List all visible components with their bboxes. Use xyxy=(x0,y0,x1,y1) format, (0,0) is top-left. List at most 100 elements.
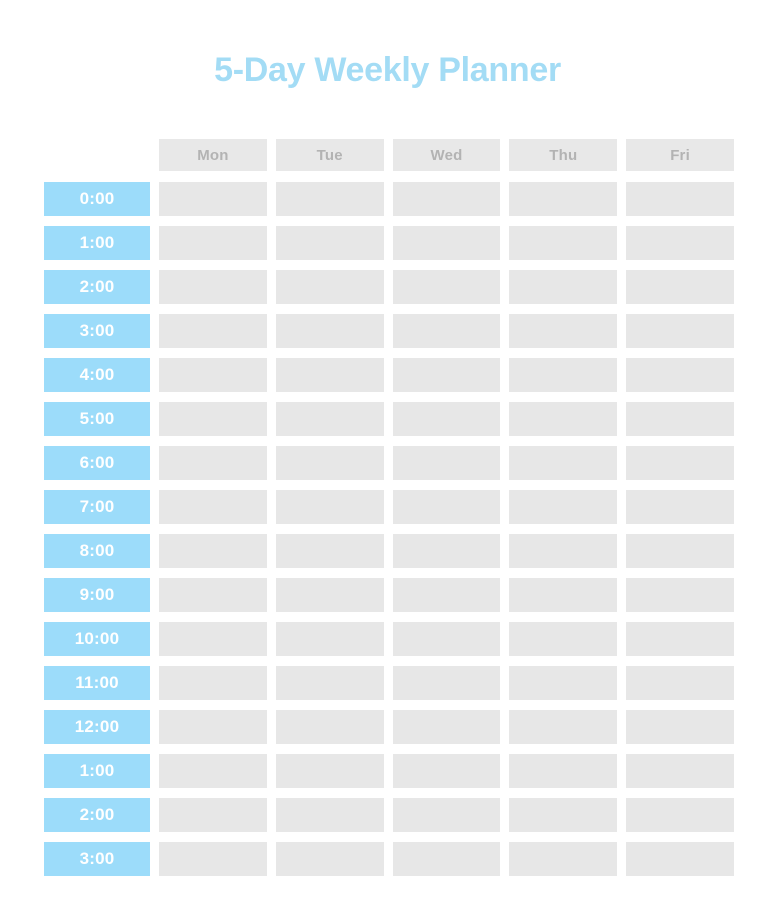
slot-cell-thu[interactable] xyxy=(509,358,618,392)
slot-cell-tue[interactable] xyxy=(275,578,384,612)
slot-cell-mon[interactable] xyxy=(159,578,267,612)
slot-cell-thu[interactable] xyxy=(509,534,618,568)
time-row: 8:00 xyxy=(44,534,734,568)
slot-cell-tue[interactable] xyxy=(275,622,384,656)
slot-cell-thu[interactable] xyxy=(509,754,618,788)
slot-cell-fri[interactable] xyxy=(626,666,734,700)
slot-cell-wed[interactable] xyxy=(392,358,501,392)
time-label: 1:00 xyxy=(44,226,150,260)
slot-cell-mon[interactable] xyxy=(159,270,267,304)
slot-cell-thu[interactable] xyxy=(509,270,618,304)
slot-cell-mon[interactable] xyxy=(159,622,267,656)
slot-cell-thu[interactable] xyxy=(509,842,618,876)
slot-cell-fri[interactable] xyxy=(626,578,734,612)
slot-cell-mon[interactable] xyxy=(159,842,267,876)
slot-cell-tue[interactable] xyxy=(275,182,384,216)
page-title: 5-Day Weekly Planner xyxy=(214,51,561,89)
slot-cell-mon[interactable] xyxy=(159,710,267,744)
slot-cell-wed[interactable] xyxy=(392,182,501,216)
slot-cell-fri[interactable] xyxy=(626,842,734,876)
slot-cell-mon[interactable] xyxy=(159,402,267,436)
slot-cell-mon[interactable] xyxy=(159,754,267,788)
slot-cell-wed[interactable] xyxy=(392,226,501,260)
time-label: 3:00 xyxy=(44,314,150,348)
time-label: 2:00 xyxy=(44,798,150,832)
slot-cell-wed[interactable] xyxy=(392,622,501,656)
slot-cell-tue[interactable] xyxy=(275,534,384,568)
slot-cell-tue[interactable] xyxy=(275,226,384,260)
time-label: 0:00 xyxy=(44,182,150,216)
slot-cell-tue[interactable] xyxy=(275,402,384,436)
planner-grid: Mon Tue Wed Thu Fri 0:00 1:00 2:00 3:00 4:00 5:00… xyxy=(44,139,734,876)
slot-cell-wed[interactable] xyxy=(392,710,501,744)
slot-cell-tue[interactable] xyxy=(275,270,384,304)
slot-cell-mon[interactable] xyxy=(159,534,267,568)
day-header-thu: Thu xyxy=(509,139,618,171)
slot-cell-mon[interactable] xyxy=(159,182,267,216)
slot-cell-fri[interactable] xyxy=(626,270,734,304)
slot-cell-fri[interactable] xyxy=(626,402,734,436)
slot-cell-tue[interactable] xyxy=(275,314,384,348)
slot-cell-wed[interactable] xyxy=(392,578,501,612)
slot-cell-mon[interactable] xyxy=(159,798,267,832)
time-label: 9:00 xyxy=(44,578,150,612)
slot-cell-fri[interactable] xyxy=(626,182,734,216)
time-label: 6:00 xyxy=(44,446,150,480)
slot-cell-fri[interactable] xyxy=(626,314,734,348)
time-label: 12:00 xyxy=(44,710,150,744)
time-row: 1:00 xyxy=(44,754,734,788)
slot-cell-tue[interactable] xyxy=(275,666,384,700)
slot-cell-thu[interactable] xyxy=(509,182,618,216)
slot-cell-fri[interactable] xyxy=(626,710,734,744)
slot-cell-thu[interactable] xyxy=(509,710,618,744)
slot-cell-fri[interactable] xyxy=(626,446,734,480)
slot-cell-fri[interactable] xyxy=(626,490,734,524)
slot-cell-thu[interactable] xyxy=(509,226,618,260)
slot-cell-wed[interactable] xyxy=(392,446,501,480)
slot-cell-tue[interactable] xyxy=(275,710,384,744)
slot-cell-mon[interactable] xyxy=(159,666,267,700)
slot-cell-thu[interactable] xyxy=(509,666,618,700)
slot-cell-fri[interactable] xyxy=(626,226,734,260)
slot-cell-mon[interactable] xyxy=(159,358,267,392)
slot-cell-fri[interactable] xyxy=(626,798,734,832)
slot-cell-wed[interactable] xyxy=(392,490,501,524)
time-label: 3:00 xyxy=(44,842,150,876)
slot-cell-fri[interactable] xyxy=(626,754,734,788)
slot-cell-thu[interactable] xyxy=(509,578,618,612)
slot-cell-wed[interactable] xyxy=(392,270,501,304)
slot-cell-mon[interactable] xyxy=(159,314,267,348)
slot-cell-tue[interactable] xyxy=(275,358,384,392)
slot-cell-fri[interactable] xyxy=(626,534,734,568)
slot-cell-wed[interactable] xyxy=(392,842,501,876)
slot-cell-wed[interactable] xyxy=(392,754,501,788)
slot-cell-wed[interactable] xyxy=(392,402,501,436)
slot-cell-wed[interactable] xyxy=(392,798,501,832)
slot-cell-fri[interactable] xyxy=(626,358,734,392)
slot-cell-mon[interactable] xyxy=(159,490,267,524)
time-row: 9:00 xyxy=(44,578,734,612)
slot-cell-thu[interactable] xyxy=(509,446,618,480)
slot-cell-tue[interactable] xyxy=(275,842,384,876)
time-row: 2:00 xyxy=(44,798,734,832)
slot-cell-fri[interactable] xyxy=(626,622,734,656)
slot-cell-wed[interactable] xyxy=(392,314,501,348)
time-label: 4:00 xyxy=(44,358,150,392)
slot-cell-thu[interactable] xyxy=(509,490,618,524)
slot-cell-mon[interactable] xyxy=(159,446,267,480)
slot-cell-thu[interactable] xyxy=(509,622,618,656)
slot-cell-wed[interactable] xyxy=(392,666,501,700)
slot-cell-tue[interactable] xyxy=(275,446,384,480)
slot-cell-tue[interactable] xyxy=(275,754,384,788)
time-row: 4:00 xyxy=(44,358,734,392)
slot-cell-tue[interactable] xyxy=(275,798,384,832)
day-header-wed: Wed xyxy=(392,139,501,171)
time-label: 5:00 xyxy=(44,402,150,436)
slot-cell-thu[interactable] xyxy=(509,314,618,348)
slot-cell-thu[interactable] xyxy=(509,798,618,832)
slot-cell-mon[interactable] xyxy=(159,226,267,260)
slot-cell-tue[interactable] xyxy=(275,490,384,524)
slot-cell-wed[interactable] xyxy=(392,534,501,568)
day-header-tue: Tue xyxy=(275,139,384,171)
slot-cell-thu[interactable] xyxy=(509,402,618,436)
